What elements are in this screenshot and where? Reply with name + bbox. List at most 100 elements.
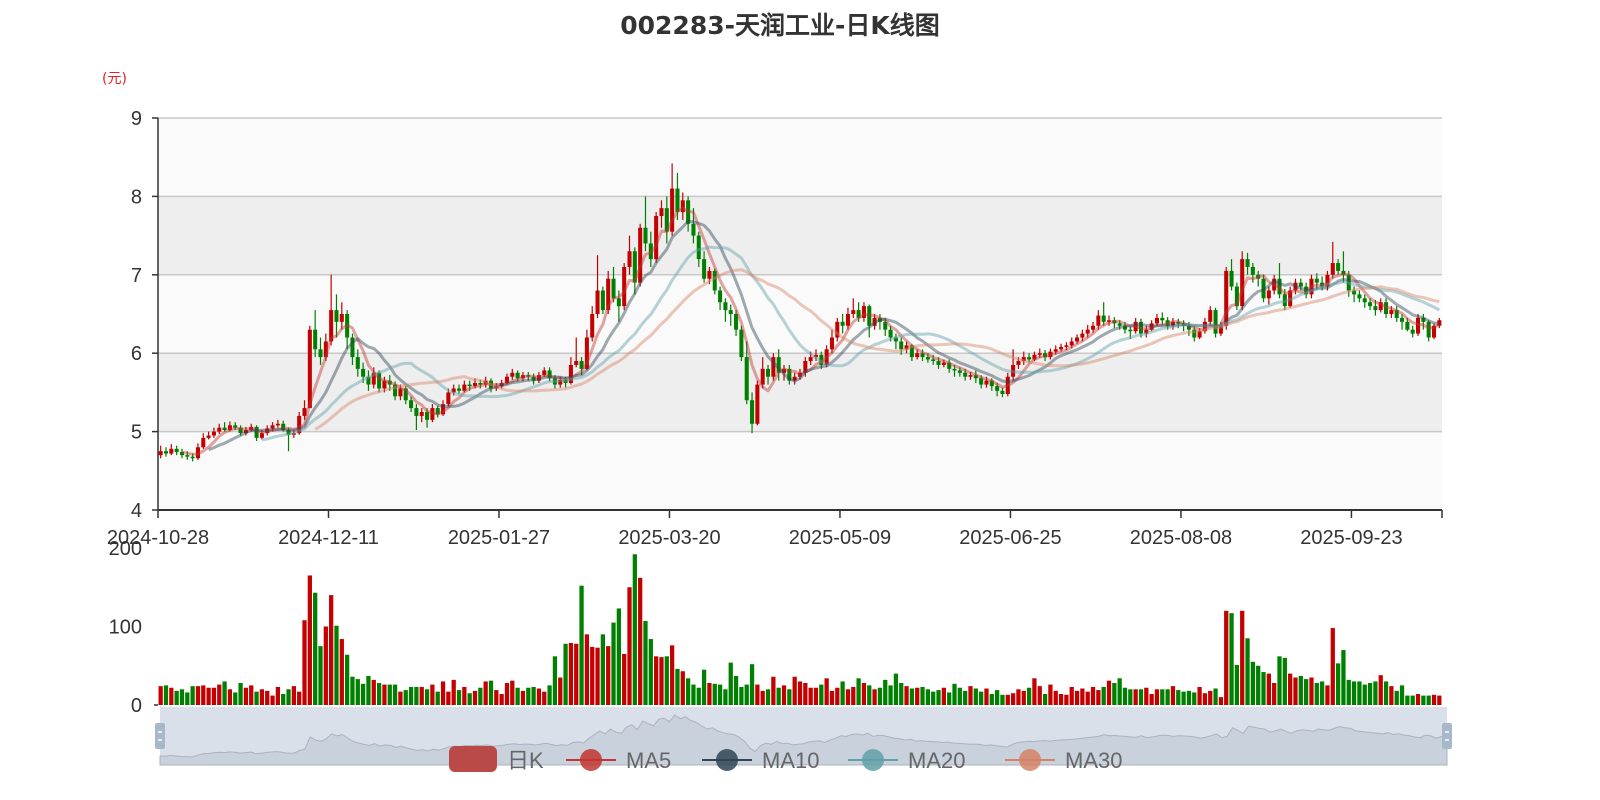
volume-bar (1064, 694, 1069, 705)
volume-bar (254, 691, 259, 705)
volume-tick-label: 200 (109, 538, 142, 560)
price-tick-label: 8 (131, 186, 142, 208)
candle-body (446, 392, 451, 405)
candle-body (845, 314, 850, 326)
volume-bar (963, 690, 968, 705)
candle-body (206, 435, 211, 438)
volume-bar (169, 687, 174, 705)
candle-body (1336, 263, 1341, 271)
volume-bar (1426, 695, 1431, 705)
price-band (158, 118, 1442, 197)
volume-bar (829, 690, 835, 705)
volume-bar (1149, 694, 1154, 705)
volume-bar (483, 681, 488, 705)
volume-bar (1399, 685, 1405, 705)
volume-bar (835, 687, 840, 705)
volume-bar (424, 689, 430, 705)
candle-body (739, 329, 744, 358)
volume-bar (1016, 689, 1021, 705)
candle-body (339, 314, 344, 322)
datazoom-handle-left[interactable] (155, 723, 165, 749)
x-tick-label: 2025-01-27 (448, 527, 550, 549)
volume-bar (1085, 691, 1090, 705)
candle-body (318, 349, 323, 358)
datazoom-handle-right[interactable] (1442, 723, 1452, 749)
candle-body (201, 437, 206, 448)
candle-body (217, 427, 222, 432)
volume-bar (1112, 683, 1117, 705)
volume-bar (1357, 681, 1362, 705)
volume-bar (206, 687, 211, 705)
volume-bar (1224, 610, 1229, 705)
candle-body (275, 423, 280, 426)
volume-bar (1282, 657, 1287, 705)
candle-body (931, 359, 936, 362)
volume-bar (1319, 681, 1325, 705)
volume-bar (563, 643, 568, 705)
volume-bar (259, 689, 265, 705)
candle-body (1160, 317, 1165, 321)
candle-body (259, 433, 264, 438)
volume-bar (233, 692, 238, 705)
volume-bar (371, 679, 376, 705)
volume-bar (749, 664, 755, 705)
volume-tick-label: 0 (131, 695, 142, 717)
volume-bar (190, 686, 195, 705)
candle-body (952, 368, 957, 371)
volume-bar (579, 585, 584, 705)
legend-marker-icon (1019, 749, 1041, 771)
candle-body (510, 372, 515, 377)
volume-bar (920, 686, 925, 705)
volume-bar (174, 690, 179, 705)
volume-bar (440, 681, 446, 705)
volume-bar (1170, 686, 1176, 705)
volume-bar (941, 687, 946, 705)
volume-bar (1373, 681, 1378, 705)
candle-body (1037, 353, 1042, 355)
volume-bar (446, 691, 451, 705)
volume-bar (952, 683, 957, 705)
candle-body (419, 412, 424, 416)
volume-bar (1117, 678, 1122, 705)
volume-bar (819, 684, 824, 705)
legend-item-k[interactable]: 日K (449, 746, 544, 773)
volume-bar (1213, 688, 1218, 705)
volume-bar (291, 686, 296, 705)
volume-bar (1272, 683, 1277, 705)
volume-bar (552, 656, 558, 705)
volume-bar (904, 686, 909, 705)
volume-bar (451, 679, 456, 705)
price-tick-label: 5 (131, 422, 142, 444)
volume-bar (366, 675, 371, 705)
candle-body (211, 431, 216, 436)
volume-bar (1202, 693, 1208, 705)
candle-body (574, 361, 579, 365)
volume-bar (1378, 675, 1383, 705)
volume-bar (728, 662, 733, 705)
candle-body (723, 302, 728, 311)
volume-bar (899, 683, 904, 705)
candle-body (1426, 321, 1431, 338)
volume-bar (1048, 684, 1053, 705)
candle-body (355, 357, 360, 369)
candle-body (1400, 317, 1405, 322)
volume-bar (392, 684, 398, 705)
candle-body (627, 251, 632, 267)
candle-body (1085, 329, 1090, 334)
volume-bar (739, 686, 744, 705)
volume-bar (201, 685, 206, 705)
volume-bar (840, 681, 845, 705)
volume-bar (680, 671, 685, 705)
candle-body (1245, 259, 1250, 267)
volume-bar (238, 683, 243, 705)
volume-bar (275, 686, 281, 705)
volume-bar (281, 694, 286, 705)
volume-bar (760, 690, 765, 705)
volume-bar (1367, 683, 1373, 705)
price-tick-label: 9 (131, 108, 142, 130)
volume-bar (355, 679, 360, 705)
volume-bar (1165, 689, 1170, 705)
candle-body (675, 188, 680, 213)
volume-bar (1431, 694, 1437, 705)
volume-bar (611, 622, 616, 705)
